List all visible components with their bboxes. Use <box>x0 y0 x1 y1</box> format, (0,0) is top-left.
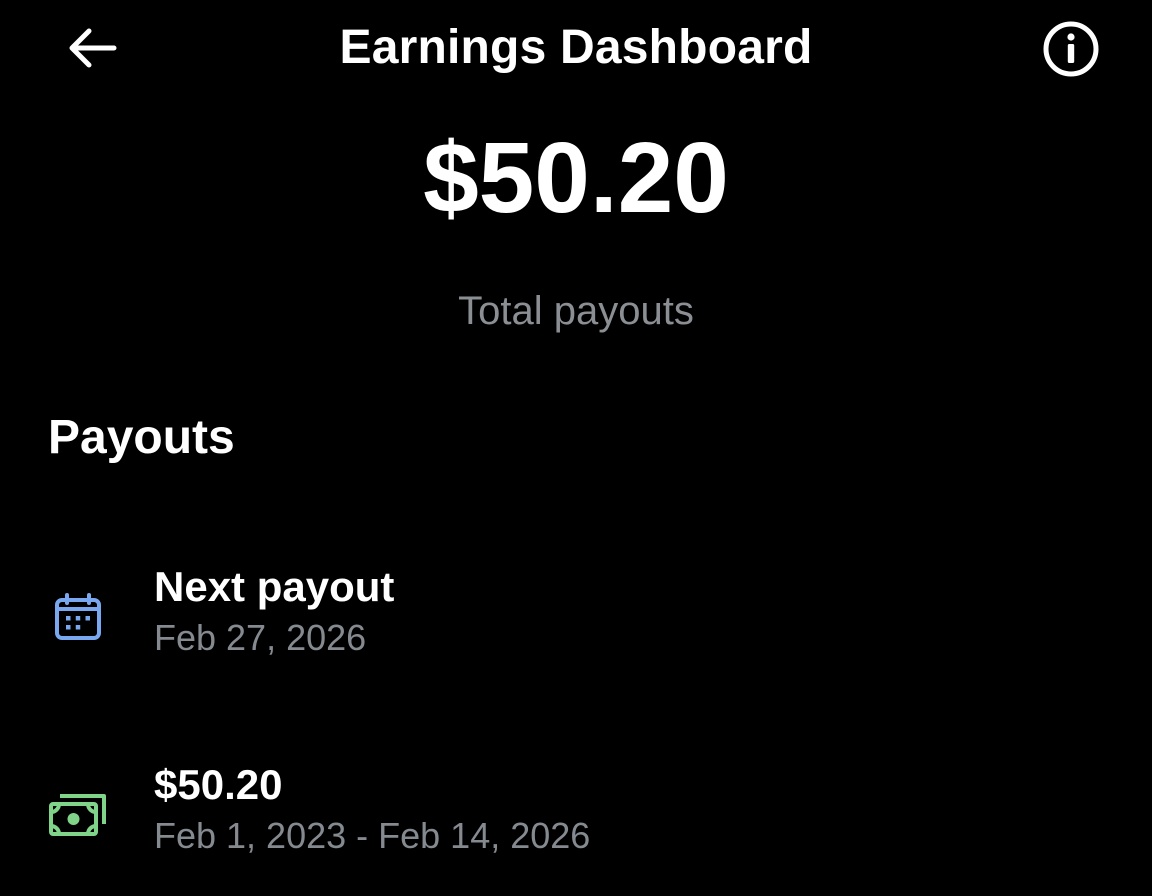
next-payout-label: Next payout <box>154 563 395 610</box>
payout-amount: $50.20 <box>154 761 283 808</box>
payout-history-row[interactable]: $50.20 Feb 1, 2023 - Feb 14, 2026 <box>0 758 1152 868</box>
payouts-section-title: Payouts <box>48 411 235 464</box>
page-title: Earnings Dashboard <box>339 21 813 74</box>
header-bar: Earnings Dashboard <box>0 0 1152 100</box>
payout-period: Feb 1, 2023 - Feb 14, 2026 <box>154 815 591 856</box>
next-payout-date: Feb 27, 2026 <box>154 617 367 658</box>
total-payouts-amount: $50.20 <box>423 122 729 234</box>
info-button[interactable] <box>1036 14 1106 84</box>
money-icon <box>46 782 110 846</box>
info-circle-icon <box>1043 21 1099 77</box>
earnings-dashboard-screen: Earnings Dashboard $50.20 Total payouts … <box>0 0 1152 896</box>
next-payout-row[interactable]: Next payout Feb 27, 2026 <box>0 560 1152 670</box>
total-payouts-label: Total payouts <box>458 289 694 333</box>
calendar-icon <box>46 586 110 650</box>
